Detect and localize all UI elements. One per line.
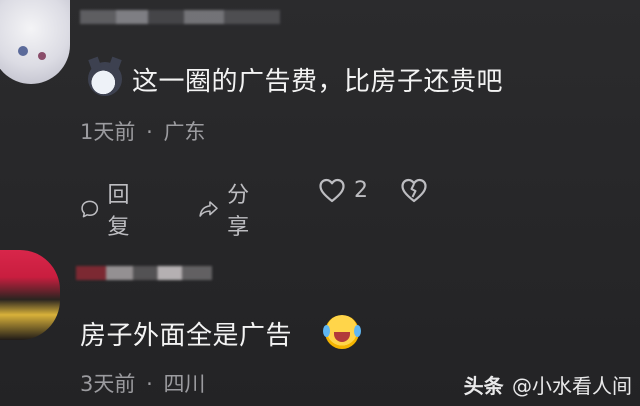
- broken-heart-icon: [401, 178, 427, 203]
- watermark: 头条 @小水看人间: [464, 370, 632, 399]
- emoji-ear: [88, 56, 102, 72]
- share-icon: [199, 201, 218, 217]
- reply-icon: [81, 200, 99, 218]
- like-count: 2: [354, 177, 368, 203]
- meta-separator: ·: [146, 372, 153, 396]
- emoji-tear: [354, 325, 361, 337]
- comment-time: 3天前: [80, 372, 136, 396]
- reply-label: 回复: [107, 183, 130, 240]
- reply-button[interactable]: 回复: [80, 177, 138, 241]
- like-button[interactable]: 2: [318, 177, 368, 203]
- avatar-eye: [38, 52, 46, 60]
- comment-text: 这一圈的广告费，比房子还贵吧: [132, 67, 504, 97]
- comment-meta: 3天前 · 四川: [80, 368, 205, 398]
- share-button[interactable]: 分享: [198, 177, 258, 241]
- comment-time: 1天前: [80, 120, 136, 144]
- dislike-button[interactable]: [400, 177, 428, 203]
- watermark-author: 小水看人间: [532, 374, 632, 398]
- avatar[interactable]: [0, 250, 60, 340]
- emoji-ear: [108, 56, 122, 72]
- crying-laughing-emoji-icon: [323, 315, 361, 349]
- meta-separator: ·: [146, 120, 153, 144]
- avatar[interactable]: [0, 0, 70, 84]
- watermark-brand: 头条: [463, 374, 504, 398]
- comment-location: 广东: [163, 120, 206, 144]
- comment-meta: 1天前 · 广东: [80, 116, 205, 146]
- emoji-mouth: [334, 332, 350, 342]
- watermark-sep: @: [512, 374, 532, 398]
- username-blurred[interactable]: [80, 10, 280, 24]
- emoji-tear: [323, 325, 330, 337]
- avatar-eye: [18, 46, 28, 56]
- comment-text: 房子外面全是广告: [80, 321, 293, 351]
- username-blurred[interactable]: [76, 266, 212, 280]
- cat-face-emoji-icon: [88, 56, 122, 96]
- heart-icon: [319, 178, 345, 203]
- comment-location: 四川: [163, 372, 206, 396]
- share-label: 分享: [227, 183, 250, 240]
